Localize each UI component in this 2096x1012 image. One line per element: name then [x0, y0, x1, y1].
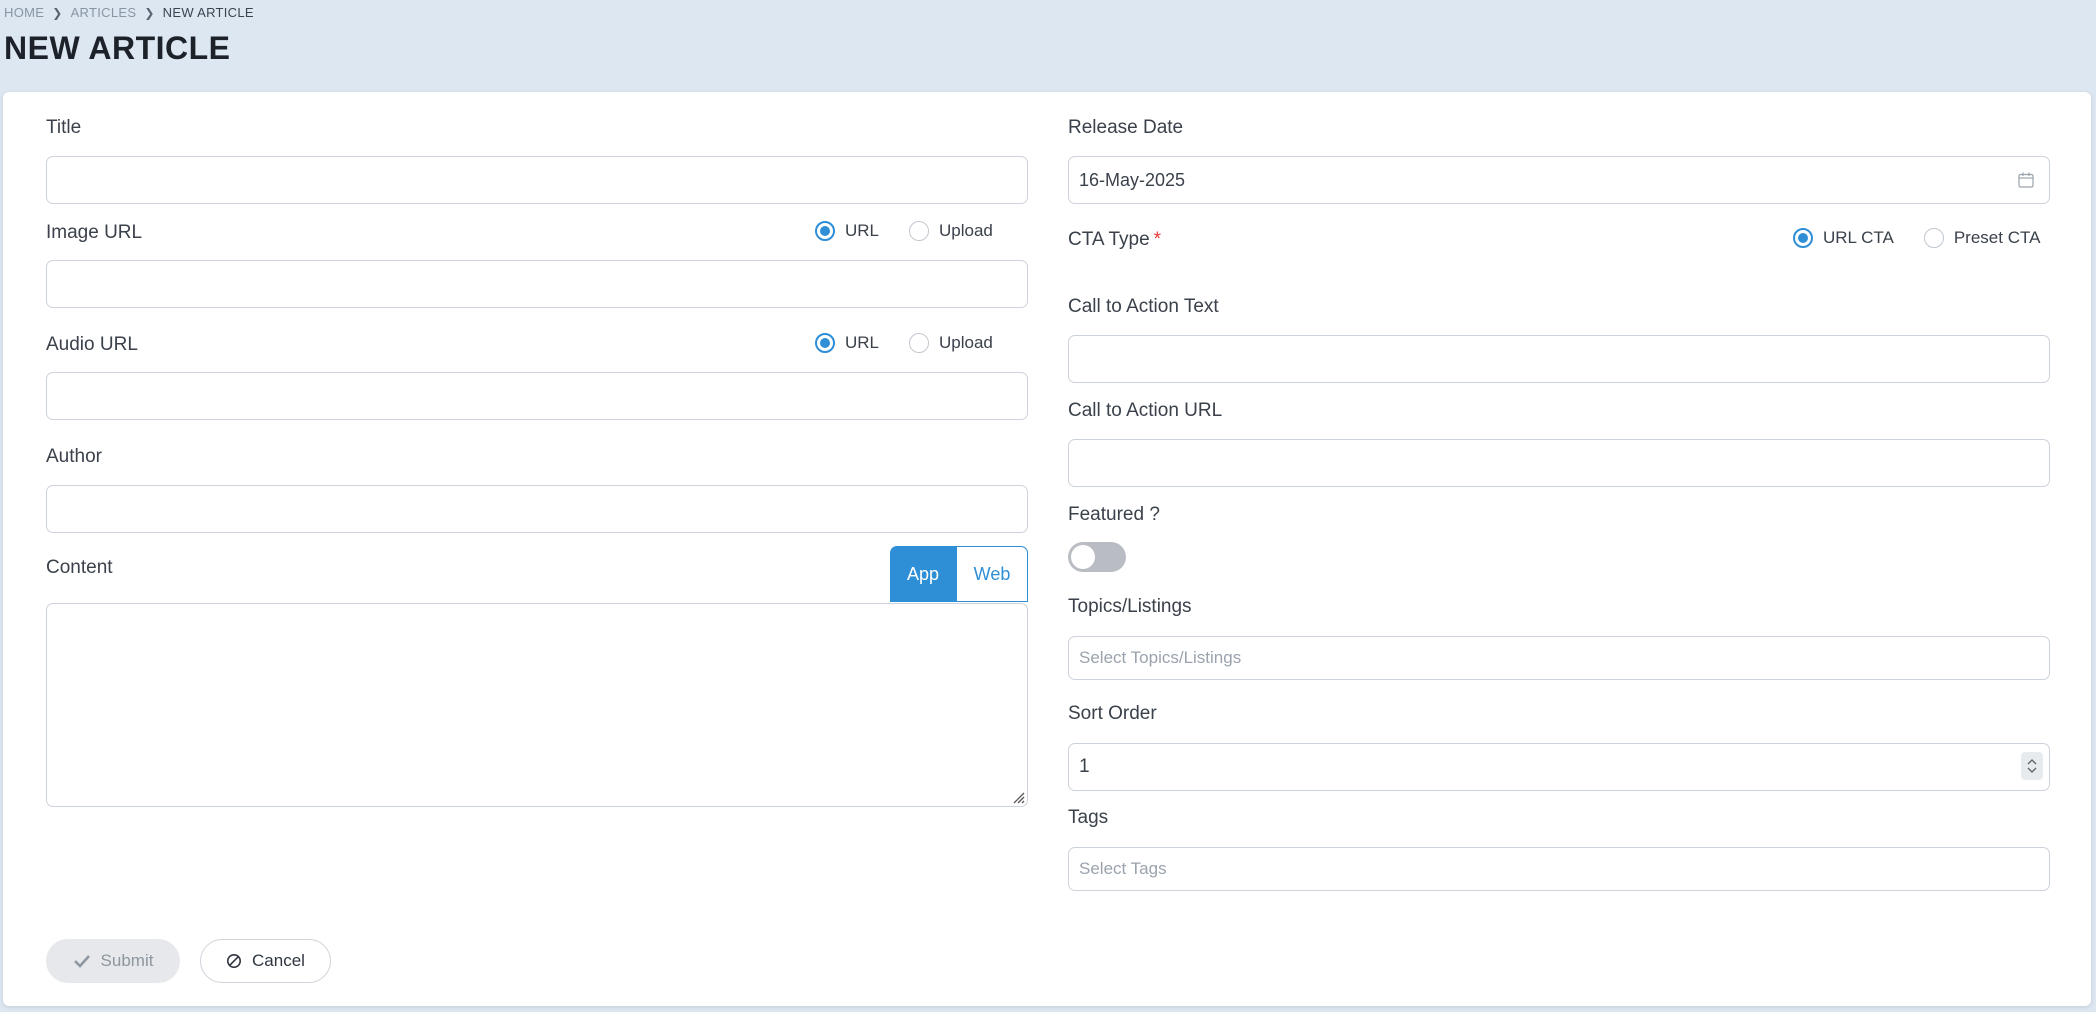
breadcrumb-home[interactable]: HOME [4, 5, 44, 20]
required-marker: * [1153, 229, 1162, 250]
cta-type-url-label: URL CTA [1823, 228, 1894, 247]
cta-type-label-text: CTA Type [1068, 229, 1150, 250]
featured-toggle[interactable] [1068, 542, 1126, 572]
article-form-card: Title Image URL URL Upload Audio URL URL… [3, 92, 2091, 1006]
release-date-label: Release Date [1068, 117, 1184, 138]
cta-type-url-option[interactable]: URL CTA [1793, 228, 1894, 248]
topics-label: Topics/Listings [1068, 596, 1192, 617]
sort-order-label: Sort Order [1068, 703, 1157, 724]
check-icon [73, 955, 90, 968]
cta-type-radio-group: URL CTA Preset CTA [1793, 228, 2040, 248]
audio-source-url-label: URL [845, 333, 880, 352]
sort-order-value: 1 [1079, 756, 1090, 777]
breadcrumb-articles[interactable]: ARTICLES [71, 5, 137, 20]
cta-text-input[interactable] [1068, 335, 2050, 383]
author-label: Author [46, 446, 102, 467]
radio-checked-icon[interactable] [1793, 228, 1813, 248]
cta-url-label: Call to Action URL [1068, 400, 1223, 421]
tab-web[interactable]: Web [956, 546, 1028, 602]
radio-unchecked-icon[interactable] [909, 221, 930, 241]
title-label: Title [46, 117, 82, 138]
audio-source-url-option[interactable]: URL [815, 333, 879, 353]
page-header: HOME ❯ ARTICLES ❯ NEW ARTICLE NEW ARTICL… [0, 0, 2096, 92]
radio-checked-icon[interactable] [815, 221, 835, 241]
resize-grip-icon[interactable] [1011, 790, 1025, 804]
author-input[interactable] [46, 485, 1028, 533]
cancel-label: Cancel [252, 951, 305, 970]
image-source-upload-label: Upload [939, 221, 993, 240]
content-label: Content [46, 557, 113, 578]
release-date-value: 16-May-2025 [1079, 169, 1186, 190]
audio-source-upload-label: Upload [939, 333, 993, 352]
image-url-label: Image URL [46, 222, 143, 243]
audio-source-upload-option[interactable]: Upload [909, 333, 993, 353]
cancel-button[interactable]: Cancel [200, 939, 331, 983]
ban-icon [227, 954, 242, 968]
tab-app[interactable]: App [890, 546, 956, 602]
tags-select[interactable]: Select Tags [1068, 847, 2050, 891]
tags-placeholder: Select Tags [1079, 859, 1167, 878]
cta-text-label: Call to Action Text [1068, 296, 1219, 317]
chevron-right-icon: ❯ [144, 5, 155, 20]
calendar-icon[interactable] [2017, 171, 2035, 189]
featured-label: Featured ? [1068, 504, 1160, 525]
image-source-upload-option[interactable]: Upload [909, 221, 993, 241]
content-textarea[interactable] [46, 603, 1028, 807]
cta-type-label: CTA Type * [1068, 229, 1161, 251]
audio-url-input[interactable] [46, 372, 1028, 420]
page-title: NEW ARTICLE [4, 30, 231, 66]
audio-url-label: Audio URL [46, 334, 138, 355]
number-stepper[interactable] [2021, 752, 2043, 780]
topics-select[interactable]: Select Topics/Listings [1068, 636, 2050, 680]
radio-checked-icon[interactable] [815, 333, 835, 353]
cta-url-input[interactable] [1068, 439, 2050, 487]
image-url-input[interactable] [46, 260, 1028, 308]
submit-label: Submit [100, 951, 154, 970]
toggle-knob [1071, 545, 1095, 569]
topics-placeholder: Select Topics/Listings [1079, 648, 1242, 667]
cta-type-preset-option[interactable]: Preset CTA [1923, 228, 2041, 248]
sort-order-input[interactable]: 1 [1068, 743, 2050, 791]
image-source-url-option[interactable]: URL [815, 221, 879, 241]
breadcrumb: HOME ❯ ARTICLES ❯ NEW ARTICLE [4, 5, 254, 20]
chevron-up-icon[interactable] [2027, 758, 2037, 766]
image-source-radio-group: URL Upload [815, 221, 993, 241]
release-date-input[interactable]: 16-May-2025 [1068, 156, 2050, 204]
image-source-url-label: URL [845, 221, 880, 240]
title-input[interactable] [46, 156, 1028, 204]
audio-source-radio-group: URL Upload [815, 333, 993, 353]
radio-unchecked-icon[interactable] [909, 333, 930, 353]
radio-unchecked-icon[interactable] [1923, 228, 1944, 248]
tags-label: Tags [1068, 807, 1109, 828]
chevron-down-icon[interactable] [2027, 766, 2037, 774]
submit-button[interactable]: Submit [46, 939, 180, 983]
cta-type-preset-label: Preset CTA [1953, 228, 2041, 247]
chevron-right-icon: ❯ [52, 5, 63, 20]
breadcrumb-current: NEW ARTICLE [162, 5, 254, 20]
